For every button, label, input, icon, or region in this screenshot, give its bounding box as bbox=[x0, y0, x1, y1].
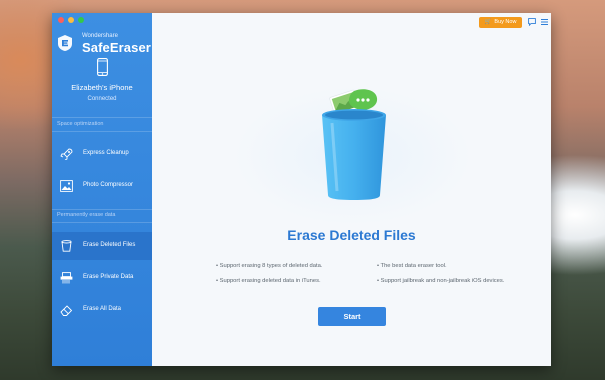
iphone-icon bbox=[97, 58, 108, 76]
sidebar-item-photo-compressor[interactable]: Photo Compressor bbox=[52, 172, 152, 200]
buy-now-label: Buy Now bbox=[494, 19, 517, 25]
sidebar-item-label: Erase All Data bbox=[83, 306, 122, 312]
divider bbox=[52, 131, 152, 132]
close-window-button[interactable] bbox=[58, 17, 64, 23]
start-button[interactable]: Start bbox=[318, 307, 386, 326]
device-status: Connected bbox=[87, 96, 117, 102]
feature-item: • Support erasing 8 types of deleted dat… bbox=[216, 263, 323, 269]
feature-item: • The best data eraser tool. bbox=[377, 263, 447, 269]
sidebar-item-label: Erase Deleted Files bbox=[83, 242, 136, 248]
sidebar-item-label: Erase Private Data bbox=[83, 274, 134, 280]
page-title: Erase Deleted Files bbox=[287, 227, 416, 243]
zoom-window-button[interactable] bbox=[78, 17, 84, 23]
menu-icon[interactable] bbox=[541, 18, 548, 26]
eraser-icon bbox=[60, 305, 73, 316]
sidebar-item-express-cleanup[interactable]: Express Cleanup bbox=[52, 140, 152, 168]
photo-icon bbox=[60, 180, 73, 192]
brand-name: SafeEraser bbox=[82, 40, 151, 55]
section-label-permanently-erase-data: Permanently erase data bbox=[57, 212, 116, 218]
safeeraser-logo-icon bbox=[58, 35, 72, 51]
window-controls bbox=[58, 17, 84, 23]
minimize-window-button[interactable] bbox=[68, 17, 74, 23]
divider bbox=[52, 117, 152, 118]
top-bar: 🛒 Buy Now bbox=[152, 13, 551, 31]
divider bbox=[52, 222, 152, 223]
feature-item: • Support jailbreak and non-jailbreak iO… bbox=[377, 278, 505, 284]
cart-icon: 🛒 bbox=[484, 19, 492, 25]
buy-now-button[interactable]: 🛒 Buy Now bbox=[479, 17, 522, 28]
feature-item: • Support erasing deleted data in iTunes… bbox=[216, 278, 321, 284]
shredder-icon bbox=[60, 272, 73, 284]
sidebar-item-erase-all-data[interactable]: Erase All Data bbox=[52, 296, 152, 324]
trash-can-illustration bbox=[322, 89, 386, 200]
feedback-icon[interactable] bbox=[528, 18, 536, 26]
sidebar-item-erase-private-data[interactable]: Erase Private Data bbox=[52, 264, 152, 292]
divider bbox=[52, 209, 152, 210]
app-window: Wondershare SafeEraser Elizabeth's iPhon… bbox=[52, 13, 551, 366]
sidebar: Wondershare SafeEraser Elizabeth's iPhon… bbox=[52, 13, 152, 366]
brand-vendor: Wondershare bbox=[82, 33, 118, 39]
sidebar-item-label: Photo Compressor bbox=[83, 182, 134, 188]
sidebar-item-label: Express Cleanup bbox=[83, 150, 129, 156]
trash-icon bbox=[61, 240, 72, 252]
device-name: Elizabeth's iPhone bbox=[71, 83, 133, 92]
main-panel: 🛒 Buy Now Erase Deleted Files • Support … bbox=[152, 13, 551, 366]
section-label-space-optimization: Space optimization bbox=[57, 121, 104, 127]
app-logo: Wondershare SafeEraser bbox=[58, 32, 151, 56]
rocket-icon bbox=[60, 148, 73, 160]
sidebar-item-erase-deleted-files[interactable]: Erase Deleted Files bbox=[52, 232, 152, 260]
